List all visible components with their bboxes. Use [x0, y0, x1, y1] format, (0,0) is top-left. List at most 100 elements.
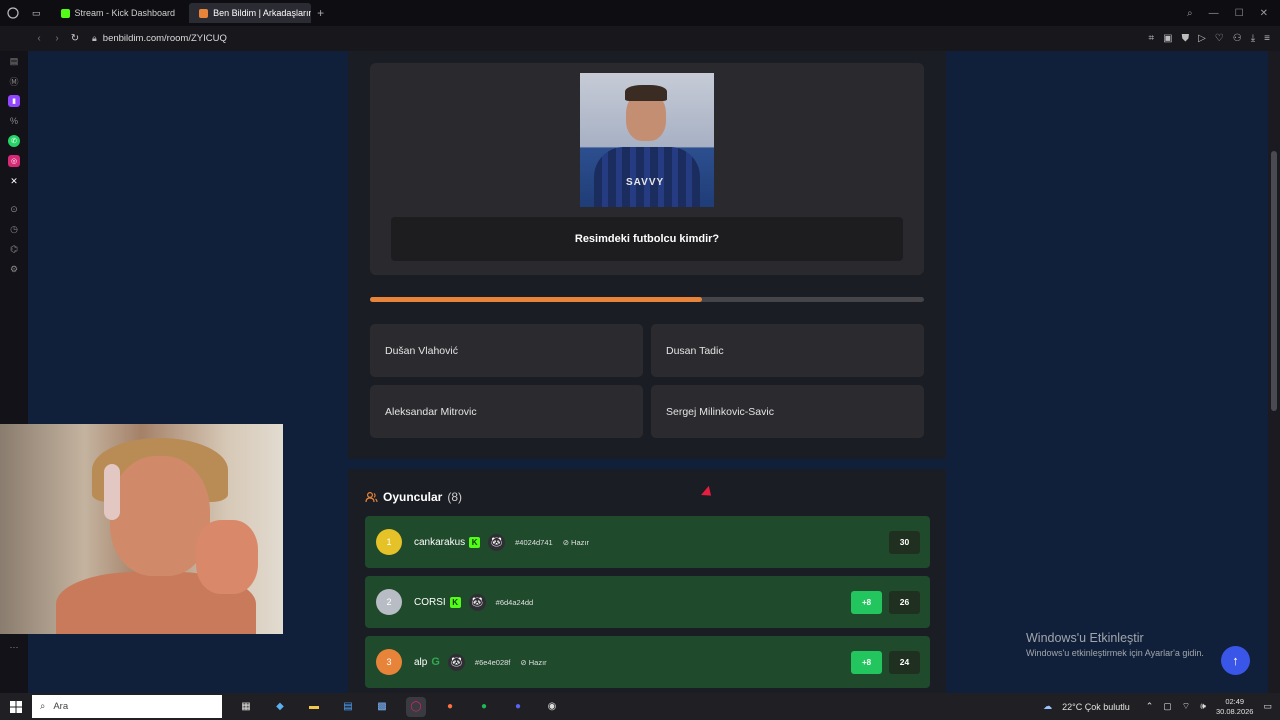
forward-icon[interactable]: ›	[48, 33, 66, 44]
app-icon[interactable]: ●	[440, 697, 460, 717]
question-box: SAVVY Resimdeki futbolcu kimdir?	[370, 63, 924, 275]
answer-label: Dušan Vlahović	[385, 344, 458, 357]
browser-logo-icon[interactable]	[0, 0, 26, 26]
file-explorer-icon[interactable]: ▬	[304, 697, 324, 717]
clock-time: 02:49	[1225, 696, 1245, 706]
instagram-icon[interactable]: ◎	[8, 155, 20, 167]
player-name: alp	[414, 656, 428, 668]
address-bar: ‹ › ↻ 🔒︎ benbildim.com/room/ZYICUQ ⌗ ▣ ⛊…	[0, 26, 1280, 51]
volume-icon[interactable]: 🕪︎	[1200, 701, 1206, 712]
player-row[interactable]: 1 cankarakus K 🐼︎ #4024d741 ⊘ Hazır 30	[365, 516, 930, 568]
users-icon	[365, 491, 378, 503]
timer-progress-fill	[370, 297, 703, 302]
extensions-icon[interactable]: ⌬	[8, 243, 20, 255]
player-score: 30	[889, 530, 920, 554]
play-icon[interactable]: ▷	[1198, 33, 1206, 44]
webcam-overlay	[0, 424, 283, 634]
twitch-icon[interactable]: ▮	[8, 95, 20, 107]
maximize-icon[interactable]: ☐	[1235, 8, 1244, 19]
tray-app-icon[interactable]: ▢	[1163, 701, 1172, 712]
avatar-icon: 🐼︎	[468, 593, 486, 611]
player-name: cankarakus	[414, 536, 466, 548]
obs-icon[interactable]: ◉	[542, 697, 562, 717]
answer-label: Sergej Milinkovic-Savic	[666, 405, 774, 418]
players-heading: Oyuncular (8)	[365, 490, 462, 504]
history-icon[interactable]: ◷	[8, 223, 20, 235]
google-icon: G	[431, 656, 440, 668]
player-icon[interactable]: ⊙	[8, 203, 20, 215]
players-panel: Oyuncular (8) 1 cankarakus K 🐼︎ #4024d74…	[348, 469, 946, 693]
photo-sponsor-text: SAVVY	[626, 177, 665, 188]
new-tab-button[interactable]: +	[317, 6, 324, 20]
answer-label: Dusan Tadic	[666, 344, 724, 357]
store-icon[interactable]: ▩	[372, 697, 392, 717]
question-text: Resimdeki futbolcu kimdir?	[391, 217, 903, 261]
player-id: #6e4e028f	[474, 657, 511, 667]
profile-icon[interactable]: ⚇	[1233, 33, 1242, 44]
player-row[interactable]: 3 alp G 🐼︎ #6e4e028f ⊘ Hazır +8 24	[365, 636, 930, 688]
calendar-icon[interactable]: ▤	[338, 697, 358, 717]
taskbar-search-input[interactable]: ⌕ Ara	[32, 695, 222, 718]
url-field[interactable]: 🔒︎ benbildim.com/room/ZYICUQ	[92, 33, 227, 44]
shield-icon[interactable]: ⛊	[1182, 33, 1190, 44]
kick-icon: K	[449, 596, 461, 608]
close-icon[interactable]: ✕	[1260, 8, 1268, 19]
watermark-subtitle: Windows'u etkinleştirmek için Ayarlar'a …	[1026, 648, 1204, 658]
answer-option-4[interactable]: Sergej Milinkovic-Savic	[651, 385, 924, 438]
spotify-icon[interactable]: ●	[474, 697, 494, 717]
rank-badge: 1	[376, 529, 402, 555]
player-id: #4024d741	[515, 537, 553, 547]
snapshot-icon[interactable]: ⌗	[1149, 33, 1155, 44]
x-icon[interactable]: ✕	[8, 175, 20, 187]
scrollbar-thumb[interactable]	[1271, 151, 1277, 411]
weather-icon[interactable]: ☁	[1043, 701, 1052, 712]
discord-icon[interactable]: ●	[508, 697, 528, 717]
start-button[interactable]	[0, 693, 32, 720]
answer-option-1[interactable]: Dušan Vlahović	[370, 324, 643, 377]
copilot-icon[interactable]: ◆	[270, 697, 290, 717]
question-card: SAVVY Resimdeki futbolcu kimdir? Dušan V…	[348, 51, 946, 459]
messenger-icon[interactable]: Ⓜ	[8, 75, 20, 87]
tab-ben-bildim[interactable]: Ben Bildim | Arkadaşlarınla	[189, 3, 312, 23]
more-icon[interactable]: ⋯	[8, 641, 20, 653]
news-icon[interactable]: ▤	[8, 55, 20, 67]
page-scrollbar[interactable]	[1268, 51, 1280, 693]
tab-label: Ben Bildim | Arkadaşlarınla	[213, 8, 312, 18]
opera-gx-icon[interactable]: ◯	[406, 696, 426, 717]
weather-text[interactable]: 22°C Çok bulutlu	[1062, 702, 1130, 712]
reload-icon[interactable]: ↻	[66, 33, 84, 44]
network-icon[interactable]: ⌔	[1182, 701, 1190, 712]
tray-expand-icon[interactable]: ⌃	[1146, 701, 1154, 712]
windows-taskbar: ⌕ Ara ▦ ◆ ▬ ▤ ▩ ◯ ● ● ● ◉ ☁ 22°C Çok bul…	[0, 693, 1280, 720]
windows-logo-icon	[10, 700, 22, 713]
back-icon[interactable]: ‹	[30, 33, 48, 44]
percent-icon[interactable]: %	[8, 115, 20, 127]
kick-favicon-icon	[60, 8, 70, 18]
watermark-title: Windows'u Etkinleştir	[1026, 631, 1144, 645]
answer-option-2[interactable]: Dusan Tadic	[651, 324, 924, 377]
player-row[interactable]: 2 CORSI K 🐼︎ #6d4a24dd +8 26	[365, 576, 930, 628]
avatar-icon: 🐼︎	[447, 653, 465, 671]
tab-workspaces[interactable]: ▭	[26, 3, 47, 23]
notifications-icon[interactable]: ▭	[1263, 701, 1272, 712]
menu-icon[interactable]: ≡	[1264, 33, 1270, 44]
clock-date: 30.08.2026	[1215, 706, 1254, 716]
pip-icon[interactable]: ▣	[1163, 33, 1172, 44]
download-icon[interactable]: ⤓	[1251, 33, 1255, 44]
ready-status: ⊘ Hazır	[562, 537, 589, 547]
lock-icon: 🔒︎	[92, 33, 97, 43]
tab-kick-dashboard[interactable]: Stream - Kick Dashboard	[51, 3, 186, 23]
task-view-icon[interactable]: ▦	[236, 697, 256, 717]
settings-icon[interactable]: ⚙	[8, 263, 20, 275]
whatsapp-icon[interactable]: ✆	[8, 135, 20, 147]
kick-icon: K	[469, 536, 481, 548]
taskbar-clock[interactable]: 02:49 30.08.2026	[1216, 697, 1254, 717]
search-tabs-icon[interactable]: ⌕	[1187, 8, 1193, 19]
answer-option-3[interactable]: Aleksandar Mitrovic	[370, 385, 643, 438]
players-title: Oyuncular	[383, 490, 443, 504]
scroll-to-top-button[interactable]: ↑	[1221, 646, 1250, 675]
avatar-icon: 🐼︎	[488, 533, 506, 551]
minimize-icon[interactable]: —	[1209, 8, 1219, 19]
heart-icon[interactable]: ♡	[1215, 33, 1224, 44]
player-score: 26	[889, 590, 920, 614]
